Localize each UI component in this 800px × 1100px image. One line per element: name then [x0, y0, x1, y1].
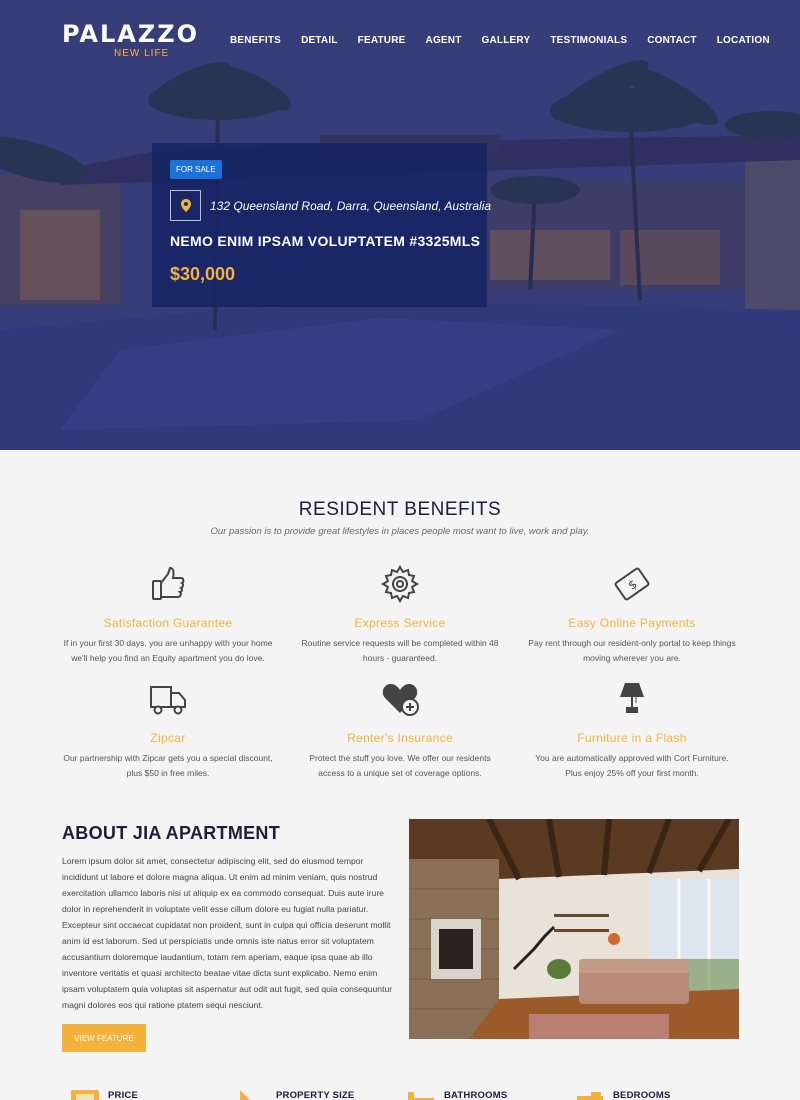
price-icon [71, 1090, 99, 1100]
benefit-item: Satisfaction Guarantee If in your first … [63, 564, 273, 666]
about-title: ABOUT JIA APARTMENT [62, 823, 281, 843]
brand-tagline: NEW LIFE [114, 48, 170, 59]
interior-image [409, 819, 739, 1039]
benefit-item: $ Easy Online Payments Pay rent through … [527, 564, 737, 666]
benefit-text: If in your first 30 days, you are unhapp… [63, 638, 273, 663]
stat-price: PRICE [70, 1088, 138, 1100]
about-text: Lorem ipsum dolor sit amet, consectetur … [62, 856, 393, 1010]
benefit-text: Our partnership with Zipcar gets you a s… [63, 753, 273, 778]
hero-section: PALAZZO NEW LIFE BENEFITS DETAIL FEATURE… [0, 0, 800, 450]
nav-location[interactable]: LOCATION [717, 35, 770, 46]
benefit-text: Routine service requests will be complet… [301, 638, 499, 663]
brand-name: PALAZZO [62, 20, 200, 48]
nav-agent[interactable]: AGENT [426, 35, 462, 46]
benefit-text: Protect the stuff you love. We offer our… [309, 753, 491, 778]
benefit-text: You are automatically approved with Cort… [535, 753, 729, 778]
money-icon: $ [614, 567, 650, 601]
truck-icon [150, 686, 186, 715]
nav-testimonials[interactable]: TESTIMONIALS [550, 35, 627, 46]
svg-text:$: $ [625, 577, 639, 593]
bath-icon [408, 1092, 434, 1100]
stat-label: BATHROOMS [444, 1089, 508, 1100]
thumbs-up-icon [152, 566, 185, 600]
listing-price: $30,000 [170, 264, 236, 284]
listing-card: FOR SALE 132 Queensland Road, Darra, Que… [152, 143, 491, 307]
status-badge: FOR SALE [170, 160, 222, 179]
brand-logo[interactable]: PALAZZO NEW LIFE [62, 20, 200, 59]
ruler-icon [240, 1090, 250, 1100]
heart-plus-icon [382, 684, 419, 716]
stat-bathrooms: BATHROOMS [406, 1088, 507, 1100]
stat-property-size: PROPERTY SIZE [238, 1088, 354, 1100]
benefit-title: Easy Online Payments [568, 616, 696, 630]
gear-icon [381, 565, 419, 603]
location-pin-icon [170, 190, 201, 221]
stat-label: PRICE [108, 1089, 139, 1100]
benefit-title: Renter's Insurance [347, 731, 453, 745]
nav-benefits[interactable]: BENEFITS [230, 35, 281, 46]
benefit-title: Express Service [354, 616, 446, 630]
benefit-title: Furniture in a Flash [577, 731, 687, 745]
nav-detail[interactable]: DETAIL [301, 35, 338, 46]
nav-feature[interactable]: FEATURE [358, 35, 406, 46]
stat-bedrooms: BEDROOMS [575, 1088, 671, 1100]
benefit-title: Zipcar [150, 731, 186, 745]
nav-contact[interactable]: CONTACT [647, 35, 697, 46]
view-feature-button[interactable]: VIEW FEATURE [62, 1024, 146, 1052]
benefit-item: Express Service Routine service requests… [295, 564, 505, 666]
listing-address: 132 Queensland Road, Darra, Queensland, … [210, 199, 492, 213]
benefit-item: Furniture in a Flash You are automatical… [527, 679, 737, 781]
stat-label: PROPERTY SIZE [276, 1089, 355, 1100]
bed-icon [577, 1092, 603, 1100]
benefit-text: Pay rent through our resident-only porta… [528, 638, 736, 663]
benefit-item: Renter's Insurance Protect the stuff you… [295, 679, 505, 781]
lamp-icon [620, 683, 644, 713]
benefits-subtitle: Our passion is to provide great lifestyl… [210, 526, 590, 537]
benefits-title: RESIDENT BENEFITS [298, 499, 502, 520]
benefit-item: Zipcar Our partnership with Zipcar gets … [63, 679, 273, 781]
benefit-title: Satisfaction Guarantee [103, 616, 233, 630]
listing-title: NEMO ENIM IPSAM VOLUPTATEM #3325MLS [170, 233, 481, 249]
main-nav: BENEFITS DETAIL FEATURE AGENT GALLERY TE… [230, 35, 790, 46]
nav-gallery[interactable]: GALLERY [482, 35, 531, 46]
stat-label: BEDROOMS [613, 1089, 671, 1100]
